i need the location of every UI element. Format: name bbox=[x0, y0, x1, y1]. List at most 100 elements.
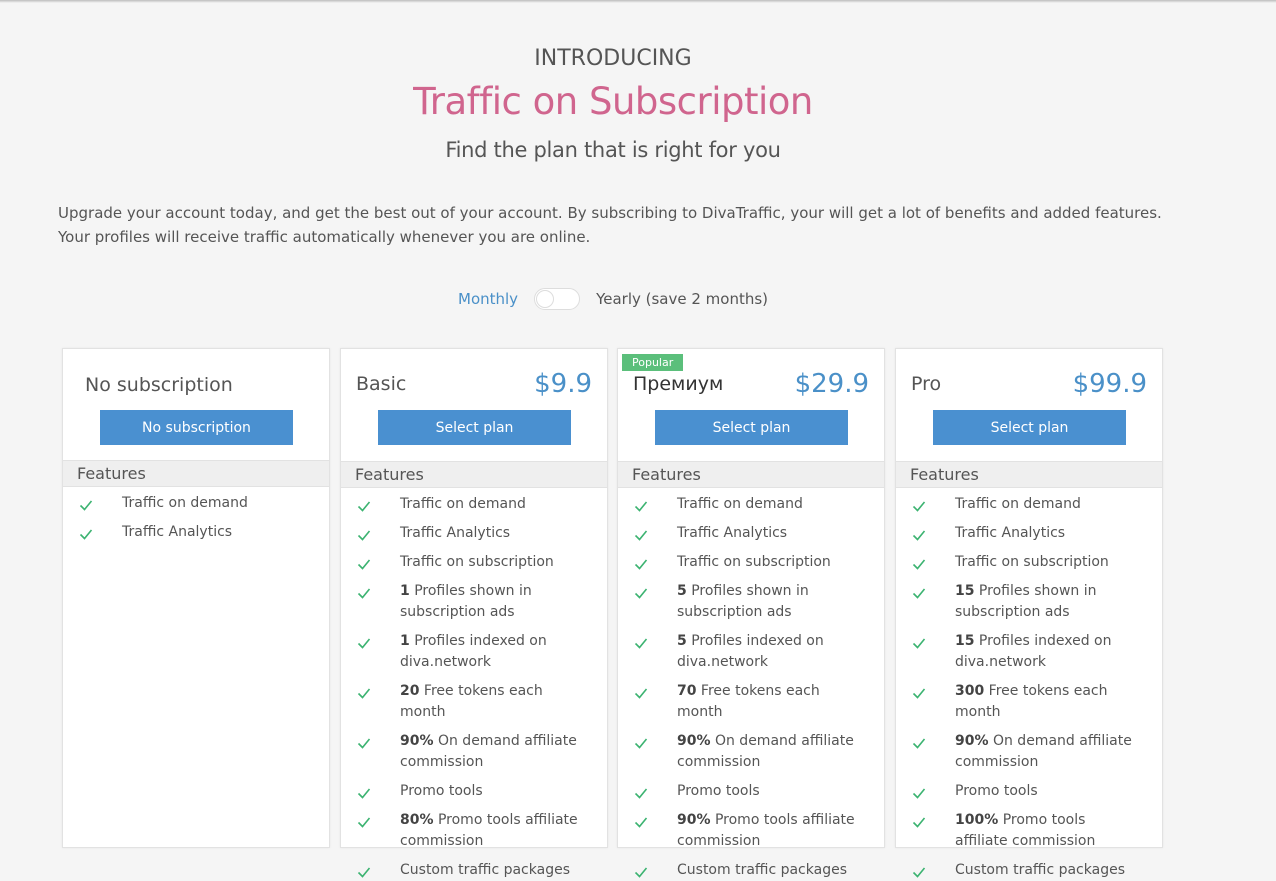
feature-item: 90% On demand affiliate commission bbox=[896, 731, 1162, 773]
feature-item: Promo tools bbox=[618, 781, 884, 802]
feature-text: Custom traffic packages bbox=[955, 862, 1125, 878]
features-heading: Features bbox=[341, 461, 607, 488]
plan-price: $29.9 bbox=[794, 369, 869, 399]
select-plan-basic-button[interactable]: Select plan bbox=[378, 410, 571, 445]
feature-text: Promo tools bbox=[677, 783, 760, 799]
feature-list: Traffic on demand Traffic Analytics Traffi… bbox=[618, 488, 884, 881]
feature-item: 5 Profiles shown in subscription ads bbox=[618, 581, 884, 623]
check-icon bbox=[634, 559, 648, 570]
select-plan-premium-button[interactable]: Select plan bbox=[655, 410, 848, 445]
feature-item: Custom traffic packages bbox=[341, 860, 607, 881]
feature-value: 90% bbox=[677, 812, 711, 828]
feature-item: 15 Profiles indexed on diva.network bbox=[896, 631, 1162, 673]
feature-text: Traffic on demand bbox=[955, 496, 1081, 512]
description: Upgrade your account today, and get the … bbox=[58, 201, 1198, 249]
check-icon bbox=[634, 638, 648, 649]
feature-text: Traffic on subscription bbox=[400, 554, 554, 570]
feature-text: Profiles shown in subscription ads bbox=[677, 583, 809, 620]
feature-text: Profiles shown in subscription ads bbox=[955, 583, 1097, 620]
description-line-1: Upgrade your account today, and get the … bbox=[58, 204, 1162, 222]
feature-value: 90% bbox=[955, 733, 989, 749]
feature-value: 1 bbox=[400, 633, 410, 649]
feature-item: Custom traffic packages bbox=[896, 860, 1162, 881]
feature-text: Traffic on demand bbox=[677, 496, 803, 512]
feature-text: Traffic on subscription bbox=[677, 554, 831, 570]
plan-price: $9.9 bbox=[534, 369, 592, 399]
check-icon bbox=[634, 588, 648, 599]
billing-toggle-group: Monthly Yearly (save 2 months) bbox=[458, 286, 768, 312]
plan-header: Pro $99.9 Select plan bbox=[896, 349, 1162, 461]
monthly-label[interactable]: Monthly bbox=[458, 290, 518, 308]
feature-text: Free tokens each month bbox=[677, 683, 820, 720]
check-icon bbox=[357, 559, 371, 570]
check-icon bbox=[912, 501, 926, 512]
check-icon bbox=[357, 530, 371, 541]
plan-card-premium: Popular Премиум $29.9 Select plan Featur… bbox=[617, 348, 885, 878]
feature-item: Promo tools bbox=[896, 781, 1162, 802]
no-subscription-button[interactable]: No subscription bbox=[100, 410, 293, 445]
feature-text: Promo tools bbox=[400, 783, 483, 799]
check-icon bbox=[79, 500, 93, 511]
feature-list: Traffic on demand Traffic Analytics bbox=[63, 487, 329, 543]
feature-item: 70 Free tokens each month bbox=[618, 681, 884, 723]
feature-item: Traffic on demand bbox=[341, 494, 607, 515]
feature-item: Traffic on demand bbox=[896, 494, 1162, 515]
feature-item: Traffic on demand bbox=[63, 493, 329, 514]
feature-item: 90% On demand affiliate commission bbox=[341, 731, 607, 773]
check-icon bbox=[634, 501, 648, 512]
feature-value: 15 bbox=[955, 633, 975, 649]
feature-item: Traffic on subscription bbox=[341, 552, 607, 573]
feature-text: Free tokens each month bbox=[400, 683, 543, 720]
page-subtitle: Find the plan that is right for you bbox=[445, 138, 781, 162]
top-shadow bbox=[0, 0, 1276, 3]
check-icon bbox=[912, 688, 926, 699]
check-icon bbox=[634, 530, 648, 541]
plan-header: Basic $9.9 Select plan bbox=[341, 349, 607, 461]
feature-text: Traffic Analytics bbox=[955, 525, 1066, 541]
feature-item: 90% On demand affiliate commission bbox=[618, 731, 884, 773]
feature-text: Custom traffic packages bbox=[677, 862, 847, 878]
plan-card-no-subscription: No subscription No subscription Features… bbox=[62, 348, 330, 848]
check-icon bbox=[912, 638, 926, 649]
feature-value: 80% bbox=[400, 812, 434, 828]
select-plan-pro-button[interactable]: Select plan bbox=[933, 410, 1126, 445]
feature-value: 90% bbox=[400, 733, 434, 749]
check-icon bbox=[912, 588, 926, 599]
feature-text: Traffic Analytics bbox=[122, 524, 233, 540]
feature-item: Custom traffic packages bbox=[618, 860, 884, 881]
feature-item: 1 Profiles shown in subscription ads bbox=[341, 581, 607, 623]
check-icon bbox=[634, 788, 648, 799]
check-icon bbox=[357, 501, 371, 512]
check-icon bbox=[912, 559, 926, 570]
check-icon bbox=[634, 688, 648, 699]
check-icon bbox=[912, 738, 926, 749]
plan-card-pro: Pro $99.9 Select plan Features Traffic o… bbox=[895, 348, 1163, 878]
feature-value: 5 bbox=[677, 633, 687, 649]
feature-text: Traffic on subscription bbox=[955, 554, 1109, 570]
feature-item: 300 Free tokens each month bbox=[896, 681, 1162, 723]
plan-header: Popular Премиум $29.9 Select plan bbox=[618, 349, 884, 461]
feature-item: Traffic Analytics bbox=[618, 523, 884, 544]
feature-text: Traffic Analytics bbox=[677, 525, 788, 541]
page-title: Traffic on Subscription bbox=[413, 80, 813, 123]
billing-period-toggle[interactable] bbox=[534, 288, 581, 310]
check-icon bbox=[357, 738, 371, 749]
feature-item: Promo tools bbox=[341, 781, 607, 802]
plan-name: Basic bbox=[356, 373, 407, 395]
popular-badge: Popular bbox=[622, 354, 684, 371]
yearly-label[interactable]: Yearly (save 2 months) bbox=[596, 290, 768, 308]
feature-item: Traffic on subscription bbox=[896, 552, 1162, 573]
feature-item: Traffic Analytics bbox=[63, 522, 329, 543]
check-icon bbox=[357, 638, 371, 649]
plan-name: No subscription bbox=[85, 374, 233, 396]
check-icon bbox=[912, 817, 926, 828]
feature-item: 90% Promo tools affiliate commission bbox=[618, 810, 884, 852]
toggle-knob bbox=[536, 290, 555, 308]
check-icon bbox=[912, 867, 926, 878]
plan-name: Премиум bbox=[633, 373, 724, 395]
feature-item: Traffic on subscription bbox=[618, 552, 884, 573]
feature-value: 300 bbox=[955, 683, 985, 699]
check-icon bbox=[357, 788, 371, 799]
check-icon bbox=[912, 530, 926, 541]
feature-value: 15 bbox=[955, 583, 975, 599]
